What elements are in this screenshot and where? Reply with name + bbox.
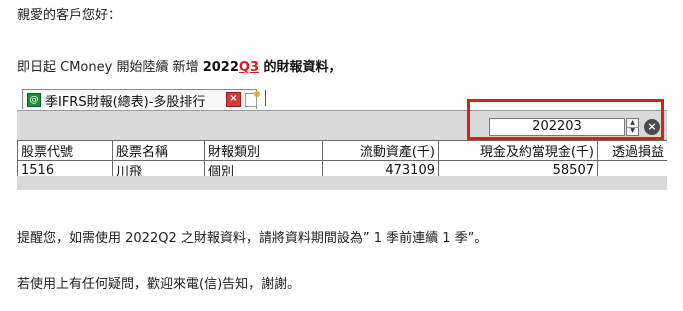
intro-text: 即日起 CMoney 開始陸續 新增 2022Q3 的財報資料，: [17, 56, 342, 75]
header-stock-code[interactable]: 股票代號: [17, 140, 113, 161]
contact-text: 若使用上有任何疑問，歡迎來電(信)告知，謝謝。: [17, 277, 301, 292]
intro-suffix: 的財報資料，: [259, 60, 342, 75]
tab-divider: [265, 90, 266, 106]
header-report-type[interactable]: 財報類別: [204, 140, 323, 161]
table-header-row: 股票代號 股票名稱 財報類別 流動資產(千) 現金及約當現金(千) 透過損益: [17, 140, 667, 161]
close-icon[interactable]: ×: [226, 92, 241, 107]
tab-ifrs-ranking[interactable]: @ 季IFRS財報(總表)-多股排行 ×: [22, 89, 260, 110]
tab-label: 季IFRS財報(總表)-多股排行: [45, 95, 206, 110]
header-cash[interactable]: 現金及約當現金(千): [438, 140, 598, 161]
grid-empty-area: [17, 176, 667, 190]
new-tab-icon[interactable]: [245, 91, 260, 107]
header-current-assets[interactable]: 流動資產(千): [322, 140, 439, 161]
header-fvtpl[interactable]: 透過損益: [597, 140, 667, 161]
app-sheet-icon: @: [27, 93, 41, 107]
header-stock-name[interactable]: 股票名稱: [112, 140, 205, 161]
intro-prefix: 即日起 CMoney 開始陸續 新增: [17, 60, 203, 75]
greeting-text: 親愛的客戶您好：: [17, 8, 122, 23]
period-highlight-box: [467, 99, 664, 140]
data-table: 股票代號 股票名稱 財報類別 流動資產(千) 現金及約當現金(千) 透過損益 1…: [17, 140, 667, 181]
reminder-text: 提醒您，如需使用 2022Q2 之財報資料，請將資料期間設為” 1 季前連續 1…: [17, 231, 488, 246]
intro-quarter: Q3: [238, 60, 260, 75]
intro-year: 2022: [202, 60, 239, 75]
